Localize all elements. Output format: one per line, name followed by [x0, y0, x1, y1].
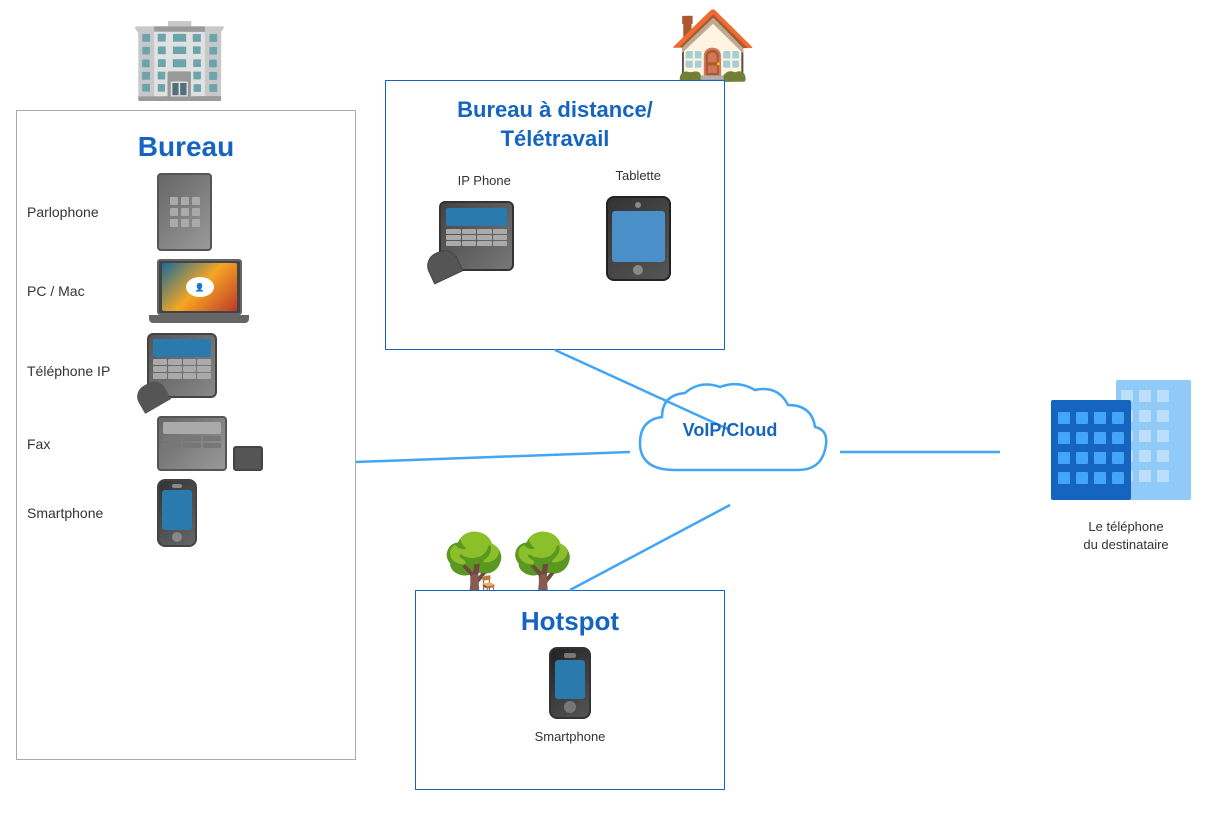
- destination-box: Le téléphonedu destinataire: [1046, 360, 1206, 554]
- bureau-building-icon: 🏢: [130, 10, 230, 104]
- fax-icon: [157, 416, 263, 471]
- bureau-item-fax: Fax: [27, 416, 345, 471]
- hotspot-title: Hotspot: [431, 606, 709, 637]
- remote-item-ipphone: IP Phone: [439, 173, 529, 281]
- ipphone-label: IP Phone: [458, 173, 511, 188]
- remote-items: IP Phone: [401, 168, 709, 281]
- bureau-box: Bureau Parlophone PC / Mac 👤: [16, 110, 356, 760]
- telephone-ip-icon: [147, 333, 232, 408]
- tablette-label: Tablette: [615, 168, 661, 183]
- pc-icon: 👤: [157, 259, 249, 323]
- remote-title: Bureau à distance/ Télétravail: [401, 96, 709, 153]
- bureau-item-telephone-ip: Téléphone IP: [27, 333, 345, 408]
- hotspot-box: Hotspot Smartphone: [415, 590, 725, 790]
- bureau-title: Bureau: [27, 131, 345, 163]
- hotspot-items: Smartphone: [431, 647, 709, 744]
- destination-label: Le téléphonedu destinataire: [1046, 518, 1206, 554]
- hotspot-smartphone-icon: [549, 647, 591, 719]
- voip-cloud-label: VoIP/Cloud: [630, 420, 830, 441]
- destination-buildings-svg: [1046, 360, 1206, 510]
- trees-icon: 🌳🌳: [440, 530, 577, 595]
- bureau-item-pc: PC / Mac 👤: [27, 259, 345, 323]
- destination-building-icon: [1046, 360, 1206, 510]
- smartphone-label: Smartphone: [27, 505, 137, 521]
- house-icon: 🏠: [668, 5, 758, 90]
- fax-label: Fax: [27, 436, 137, 452]
- bureau-item-parlophone: Parlophone: [27, 173, 345, 251]
- parlophone-label: Parlophone: [27, 204, 137, 220]
- remote-box: Bureau à distance/ Télétravail IP Phone: [385, 80, 725, 350]
- hotspot-item-smartphone: Smartphone: [535, 647, 606, 744]
- parlophone-icon: [157, 173, 212, 251]
- telephone-ip-label: Téléphone IP: [27, 363, 137, 379]
- pc-label: PC / Mac: [27, 283, 137, 299]
- hotspot-smartphone-label: Smartphone: [535, 729, 606, 744]
- tablette-icon: [606, 196, 671, 281]
- ipphone-icon: [439, 201, 529, 281]
- remote-item-tablette: Tablette: [606, 168, 671, 281]
- smartphone-icon: [157, 479, 197, 547]
- bureau-item-smartphone: Smartphone: [27, 479, 345, 547]
